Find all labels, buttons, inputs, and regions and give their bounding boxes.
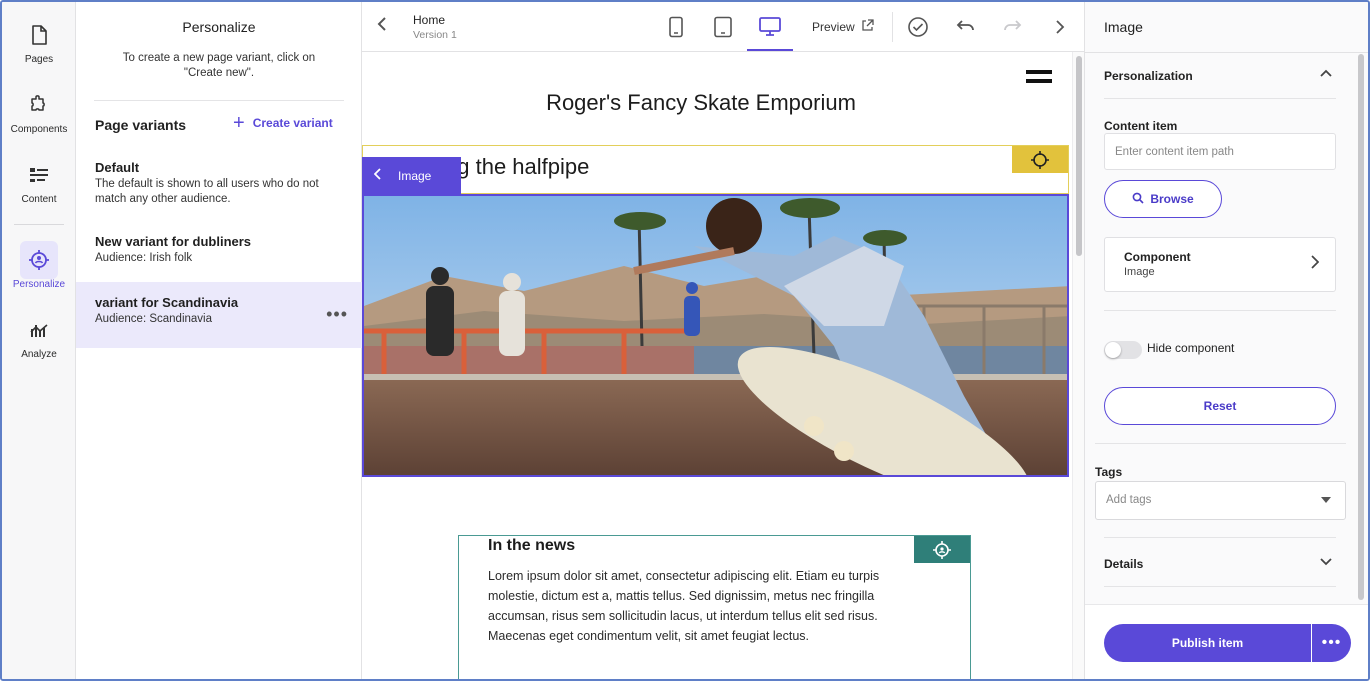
app-window: Pages Components Content Personalize Ana…	[0, 0, 1370, 681]
image-component-tag[interactable]: Image	[362, 157, 461, 194]
toolbar-divider	[892, 12, 893, 42]
chevron-left-icon	[373, 168, 382, 183]
image-tag-label: Image	[398, 168, 432, 183]
desktop-view-icon[interactable]	[747, 12, 793, 51]
tags-placeholder: Add tags	[1106, 494, 1152, 506]
hide-component-toggle[interactable]	[1104, 341, 1142, 359]
divider	[1104, 310, 1336, 311]
chevron-right-icon	[1311, 255, 1320, 274]
rail-item-pages[interactable]: Pages	[2, 16, 76, 76]
mobile-view-icon[interactable]	[661, 12, 691, 42]
more-options-icon[interactable]: •••	[326, 304, 348, 325]
page-name: Home	[413, 13, 446, 27]
document-icon	[20, 16, 58, 54]
personalization-section-toggle[interactable]: Personalization	[1104, 69, 1193, 83]
reset-label: Reset	[1203, 399, 1237, 413]
variant-name: New variant for dubliners	[95, 234, 252, 249]
variant-item-scandinavia[interactable]: variant for Scandinavia Audience: Scandi…	[76, 282, 362, 348]
rail-label: Personalize	[12, 279, 66, 290]
preview-button[interactable]: Preview	[812, 19, 874, 35]
personalization-target-icon[interactable]	[1012, 146, 1068, 173]
content-item-path-input[interactable]: Enter content item path	[1104, 133, 1336, 170]
variant-item-dubliners[interactable]: New variant for dubliners Audience: Iris…	[76, 221, 362, 287]
variant-description: The default is shown to all users who do…	[95, 178, 319, 205]
rail-item-components[interactable]: Components	[2, 86, 76, 146]
create-variant-button[interactable]: + Create variant	[233, 112, 333, 134]
news-body: Lorem ipsum dolor sit amet, consectetur …	[488, 569, 880, 643]
reset-button[interactable]: Reset	[1104, 387, 1336, 425]
hamburger-menu-icon[interactable]	[1026, 70, 1052, 88]
news-title: In the news	[488, 537, 576, 554]
heading-component[interactable]: Rocking the halfpipe	[362, 145, 1069, 194]
back-chevron-icon[interactable]	[376, 16, 388, 37]
component-card-type: Image	[1124, 266, 1155, 278]
canvas-scrollbar[interactable]	[1072, 52, 1084, 679]
publish-options-icon[interactable]: •••	[1312, 624, 1351, 662]
browse-button[interactable]: Browse	[1104, 180, 1222, 218]
left-rail: Pages Components Content Personalize Ana…	[2, 2, 76, 679]
plus-icon: +	[233, 112, 245, 134]
details-section-toggle[interactable]: Details	[1104, 557, 1143, 571]
page-variants-heading: Page variants	[95, 117, 187, 133]
tags-dropdown[interactable]: Add tags	[1095, 481, 1346, 520]
variant-item-default[interactable]: Default The default is shown to all user…	[76, 147, 362, 213]
rail-item-personalize[interactable]: Personalize	[2, 241, 76, 301]
target-icon	[20, 241, 58, 279]
component-card[interactable]: Component Image	[1104, 237, 1336, 292]
divider	[1104, 586, 1336, 587]
inspector-panel: Image Personalization Content item Enter…	[1084, 2, 1368, 679]
divider	[94, 100, 344, 101]
page-version: Version 1	[413, 29, 457, 41]
variant-description: Audience: Irish folk	[95, 252, 193, 264]
content-item-label: Content item	[1104, 119, 1178, 133]
divider	[1095, 443, 1346, 444]
inspector-footer: Publish item •••	[1085, 604, 1368, 679]
rail-label: Components	[10, 124, 68, 135]
tags-label: Tags	[1095, 465, 1123, 479]
panel-help-text: To create a new page variant, click on "…	[122, 52, 316, 79]
preview-label: Preview	[812, 20, 855, 34]
inspector-scrollbar[interactable]	[1357, 54, 1365, 602]
personalization-target-icon[interactable]	[914, 536, 970, 563]
search-icon	[1132, 192, 1144, 207]
chevron-up-icon[interactable]	[1320, 66, 1332, 80]
puzzle-icon	[20, 86, 58, 124]
undo-icon[interactable]	[952, 14, 978, 40]
rail-item-analyze[interactable]: Analyze	[2, 311, 76, 371]
hero-image[interactable]	[362, 194, 1069, 477]
rail-label: Content	[21, 194, 57, 205]
divider	[1104, 537, 1336, 538]
variant-name: Default	[95, 160, 140, 175]
page-canvas: Roger's Fancy Skate Emporium Rocking the…	[362, 52, 1072, 679]
rail-label: Analyze	[21, 349, 57, 360]
panel-title: Personalize	[182, 19, 256, 35]
create-variant-label: Create variant	[252, 116, 333, 130]
check-circle-icon[interactable]	[905, 14, 931, 40]
top-toolbar: Home Version 1 Preview	[362, 2, 1084, 52]
skateboarder-photo	[364, 196, 1067, 475]
divider	[1104, 98, 1336, 99]
redo-icon[interactable]	[1000, 14, 1026, 40]
hide-component-label: Hide component	[1147, 341, 1235, 355]
chevron-right-icon[interactable]	[1047, 14, 1073, 40]
rail-item-content[interactable]: Content	[2, 156, 76, 216]
inspector-title: Image	[1104, 19, 1143, 35]
publish-item-button[interactable]: Publish item	[1104, 624, 1311, 662]
news-component[interactable]: In the news Lorem ipsum dolor sit amet, …	[458, 535, 971, 679]
divider	[1085, 52, 1368, 53]
variant-name: variant for Scandinavia	[95, 295, 239, 310]
browse-label: Browse	[1150, 192, 1194, 206]
component-card-title: Component	[1124, 250, 1191, 264]
chevron-down-icon[interactable]	[1320, 555, 1332, 569]
variant-description: Audience: Scandinavia	[95, 313, 212, 325]
rail-divider	[14, 224, 64, 225]
site-title: Roger's Fancy Skate Emporium	[546, 90, 856, 115]
caret-down-icon	[1321, 497, 1331, 503]
external-link-icon	[861, 19, 874, 35]
analytics-icon	[20, 311, 58, 349]
content-list-icon	[20, 156, 58, 194]
rail-label: Pages	[24, 54, 54, 65]
personalize-panel: Personalize To create a new page variant…	[76, 2, 362, 679]
tablet-view-icon[interactable]	[708, 12, 738, 42]
